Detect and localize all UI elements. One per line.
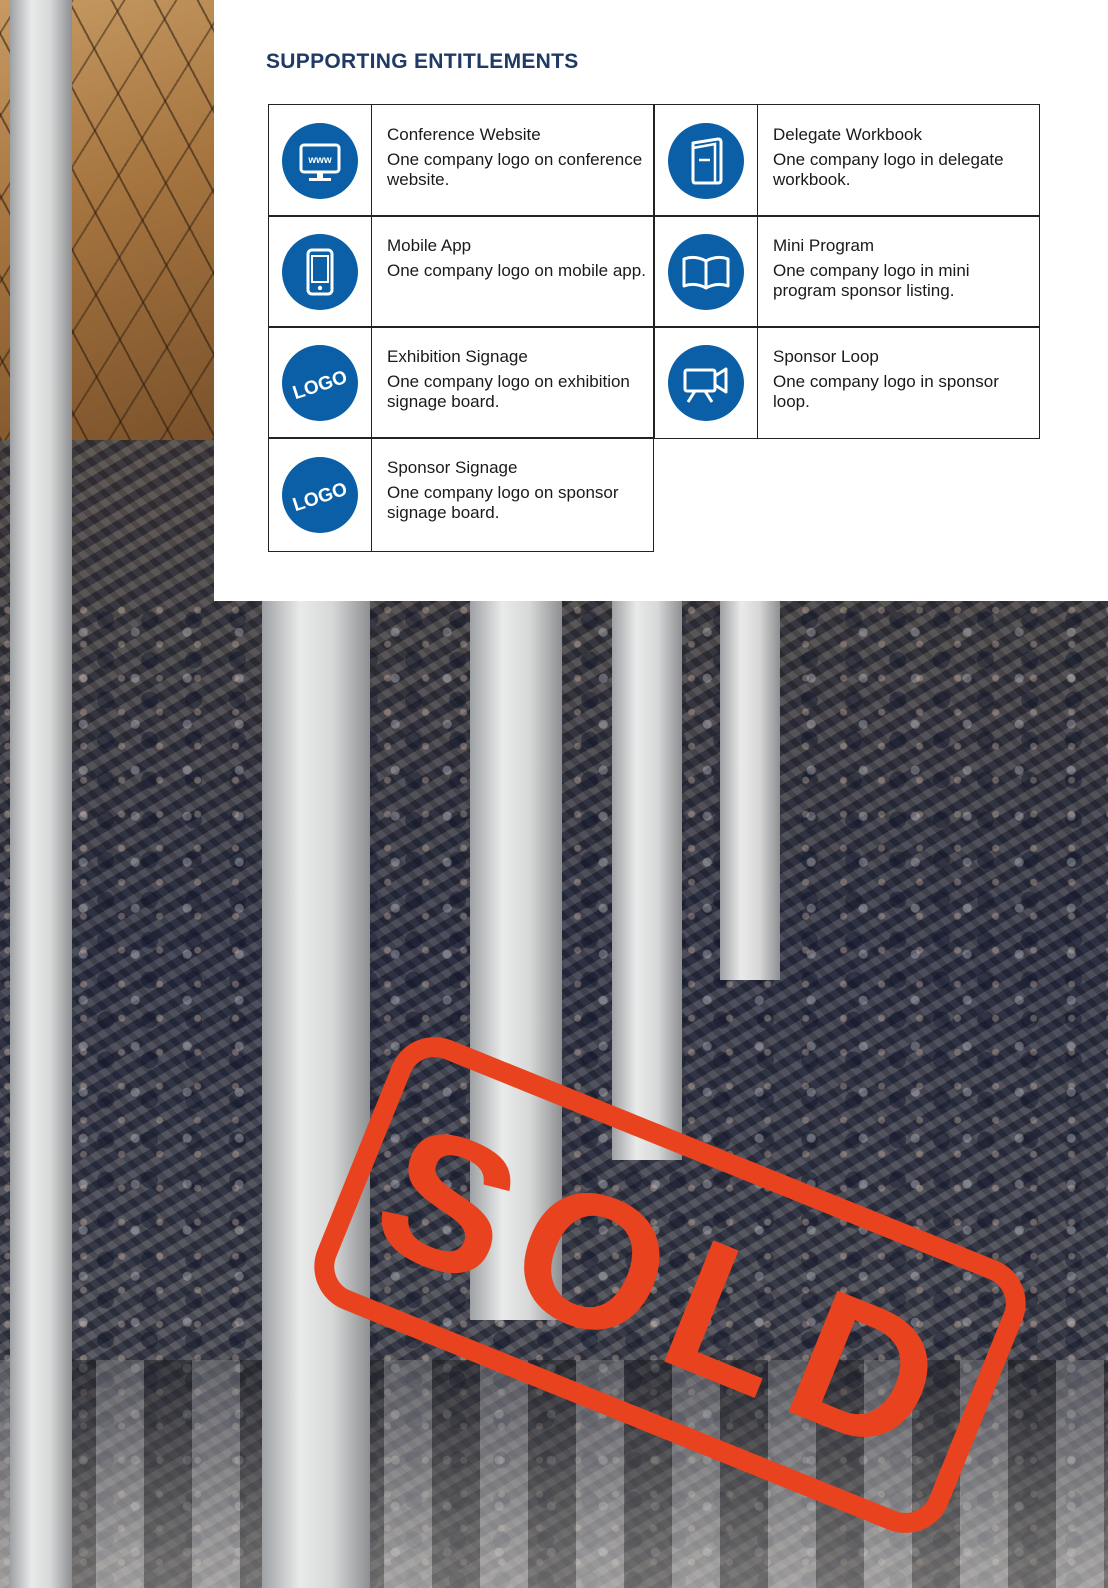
entitlement-cell: LOGO Exhibition Signage One company logo…	[268, 326, 654, 439]
entitlement-title: Conference Website	[387, 125, 541, 144]
entitlement-description: One company logo in delegate workbook.	[773, 150, 1004, 189]
entitlement-title: Sponsor Signage	[387, 458, 518, 477]
pillar	[10, 0, 72, 1588]
video-camera-icon	[668, 345, 744, 421]
entitlement-description: One company logo in sponsor loop.	[773, 372, 999, 411]
logo-badge-icon: LOGO	[282, 457, 358, 533]
entitlements-panel: SUPPORTING ENTITLEMENTS www Conference W…	[214, 0, 1108, 601]
entitlement-description: One company logo on sponsor signage boar…	[387, 483, 619, 522]
entitlement-cell: Mini Program One company logo in mini pr…	[654, 215, 1040, 328]
pillar	[612, 600, 682, 1160]
entitlements-table: www Conference Website One company logo …	[268, 104, 1040, 552]
svg-text:LOGO: LOGO	[290, 367, 350, 404]
entitlement-cell: www Conference Website One company logo …	[268, 104, 654, 217]
entitlement-description: One company logo in mini program sponsor…	[773, 261, 970, 300]
entitlement-title: Delegate Workbook	[773, 125, 922, 144]
entitlement-title: Mini Program	[773, 236, 875, 255]
entitlement-cell: LOGO Sponsor Signage One company logo on…	[268, 437, 654, 552]
section-heading: SUPPORTING ENTITLEMENTS	[266, 50, 579, 73]
entitlement-title: Sponsor Loop	[773, 347, 879, 366]
entitlement-cell: Delegate Workbook One company logo in de…	[654, 104, 1040, 217]
mobile-phone-icon	[282, 234, 358, 310]
pillar	[720, 600, 780, 980]
entitlement-title: Mobile App	[387, 236, 472, 255]
website-monitor-icon: www	[282, 123, 358, 199]
pillar	[262, 600, 370, 1588]
svg-text:www: www	[307, 155, 332, 166]
entitlement-title: Exhibition Signage	[387, 347, 528, 366]
entitlement-description: One company logo on exhibition signage b…	[387, 372, 630, 411]
entitlement-cell: Mobile App One company logo on mobile ap…	[268, 215, 654, 328]
workbook-icon	[668, 123, 744, 199]
svg-text:LOGO: LOGO	[290, 479, 350, 516]
entitlement-description: One company logo on conference website.	[387, 150, 643, 189]
entitlement-cell: Sponsor Loop One company logo in sponsor…	[654, 326, 1040, 439]
open-book-icon	[668, 234, 744, 310]
logo-badge-icon: LOGO	[282, 345, 358, 421]
entitlement-description: One company logo on mobile app.	[387, 261, 646, 280]
